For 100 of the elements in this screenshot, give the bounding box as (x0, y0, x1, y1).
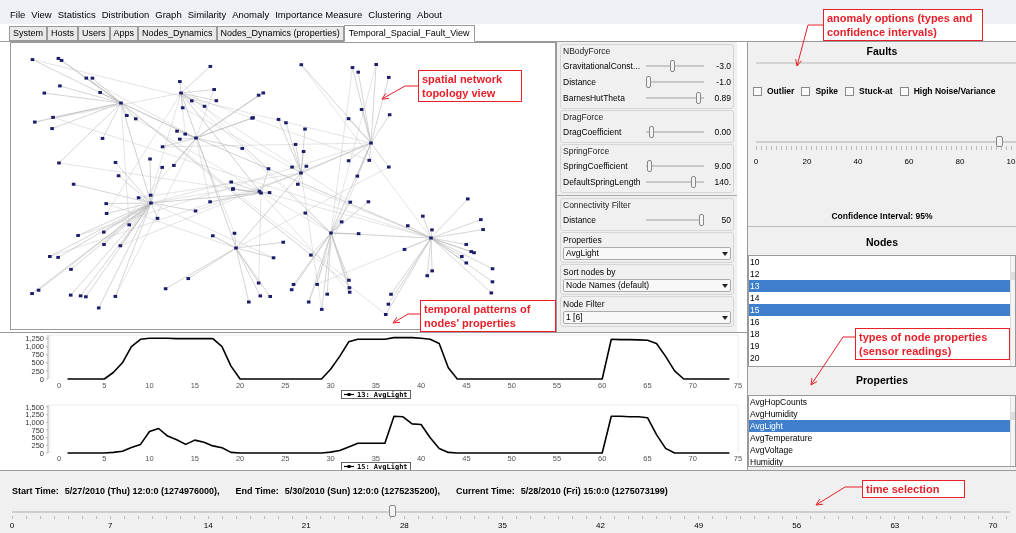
tick-label: 28 (399, 521, 409, 530)
slider[interactable] (646, 92, 704, 104)
slider[interactable] (646, 76, 704, 88)
tick-label: 10 (1006, 156, 1016, 166)
list-item[interactable]: 15 (749, 304, 1010, 316)
panel-title: Properties (856, 373, 908, 389)
tick-label: 60 (904, 156, 914, 166)
menu-item[interactable]: Importance Measure (275, 9, 363, 24)
slider[interactable] (12, 505, 1010, 519)
annotation-tooltip: types of node properties (sensor readings) (855, 328, 1010, 360)
slider-value: 9.00 (713, 159, 731, 173)
menu-item[interactable]: View (31, 9, 52, 24)
group-title: Connectivity Filter (563, 199, 631, 212)
tick-label: 63 (890, 521, 900, 530)
list-item[interactable]: 13 (749, 280, 1010, 292)
slider-thumb[interactable] (691, 176, 697, 188)
panel-title: Nodes (865, 235, 899, 251)
dropdown[interactable]: 1 [6] (563, 311, 731, 324)
slider-label: Distance (563, 213, 598, 227)
group-title: Node Filter (563, 298, 605, 311)
slider[interactable] (646, 176, 704, 188)
tab[interactable]: System (9, 26, 47, 41)
slider[interactable] (646, 214, 704, 226)
slider-thumb[interactable] (647, 160, 653, 172)
checkbox[interactable] (801, 86, 811, 96)
time-label: Start Time: (12, 485, 59, 499)
annotation-tooltip: spatial network topology view (418, 70, 522, 102)
slider[interactable] (646, 60, 704, 72)
list-item[interactable]: AvgLight (749, 420, 1010, 432)
annotation-tooltip: time selection (862, 480, 965, 498)
tab[interactable]: Hosts (47, 26, 79, 41)
menu-item[interactable]: About (417, 9, 442, 24)
tick-label: 49 (694, 521, 704, 530)
slider[interactable] (646, 126, 704, 138)
tab[interactable]: Apps (109, 26, 139, 41)
group-title: SpringForce (563, 145, 610, 158)
dropdown[interactable]: AvgLight (563, 247, 731, 260)
slider-thumb[interactable] (696, 92, 702, 104)
slider-label: DefaultSpringLength (563, 175, 642, 189)
scrollbar[interactable] (1010, 396, 1015, 466)
slider-thumb[interactable] (669, 60, 675, 72)
tab[interactable]: Users (78, 26, 110, 41)
tick-label: 21 (301, 521, 311, 530)
list-item[interactable]: AvgVoltage (749, 444, 1010, 456)
slider-thumb[interactable] (996, 136, 1004, 147)
group-title: Sort nodes by (563, 266, 616, 279)
slider-value: -3.0 (715, 59, 731, 73)
slider-value: 0.89 (713, 91, 731, 105)
legend-swatch-icon (344, 392, 354, 397)
annotation-arrow (392, 313, 421, 324)
tick-label: 80 (955, 156, 965, 166)
annotation-arrow (810, 336, 856, 386)
list-item[interactable]: 10 (749, 256, 1010, 268)
menu-item[interactable]: Anomaly (232, 9, 270, 24)
dropdown[interactable]: Node Names (default) (563, 279, 731, 292)
checkbox-label: Outlier (767, 84, 795, 98)
slider-thumb[interactable] (388, 505, 396, 517)
checkbox-label: High Noise/Variance (913, 84, 996, 98)
slider-thumb[interactable] (648, 126, 654, 138)
checkbox[interactable] (899, 86, 909, 96)
caret-icon (722, 315, 728, 320)
slider-label: GravitationalConst... (563, 59, 641, 73)
group-title: DragForce (563, 111, 604, 124)
tick-label: 0 (9, 521, 15, 530)
checkbox[interactable] (753, 86, 762, 96)
list-item[interactable]: AvgTemperature (749, 432, 1010, 444)
menu-item[interactable]: Similarity (187, 9, 227, 24)
annotation-arrow (381, 85, 419, 100)
group-title: NBodyForce (563, 45, 611, 58)
slider[interactable] (646, 160, 704, 172)
tick-label: 35 (498, 521, 507, 530)
scrollbar[interactable] (1010, 256, 1015, 366)
list-item[interactable]: 16 (749, 316, 1010, 328)
slider-thumb[interactable] (699, 214, 704, 226)
time-label: End Time: (235, 485, 279, 499)
list-item[interactable]: AvgHopCounts (749, 396, 1010, 408)
list-item[interactable]: AvgHumidity (749, 408, 1010, 420)
slider-value: 140. (713, 175, 731, 189)
tick-label: 14 (203, 521, 213, 530)
slider-thumb[interactable] (646, 76, 651, 88)
list-item[interactable]: 14 (749, 292, 1010, 304)
tab[interactable]: Nodes_Dynamics (138, 26, 217, 41)
slider[interactable] (756, 136, 1016, 150)
checkbox[interactable] (845, 86, 855, 96)
menu-item[interactable]: Statistics (57, 9, 96, 24)
tick-label: 42 (596, 521, 605, 530)
tick-label: 0 (753, 156, 759, 166)
legend-swatch-icon (344, 464, 354, 469)
tab[interactable]: Nodes_Dynamics (properties) (216, 26, 344, 41)
menu-item[interactable]: Graph (155, 9, 182, 24)
slider-label: BarnesHutTheta (563, 91, 626, 105)
list-item[interactable]: Humidity (749, 456, 1010, 466)
checkbox-label: Spike (815, 84, 839, 98)
menu-item[interactable]: Clustering (368, 9, 412, 24)
tab[interactable]: Temporal_Spacial_Fault_View (343, 25, 475, 42)
menu-item[interactable]: File (10, 9, 26, 24)
annotation-tooltip: temporal patterns of nodes' properties (420, 300, 556, 332)
menu-item[interactable]: Distribution (101, 9, 150, 24)
group-title: Properties (563, 234, 602, 247)
list-item[interactable]: 12 (749, 268, 1010, 280)
